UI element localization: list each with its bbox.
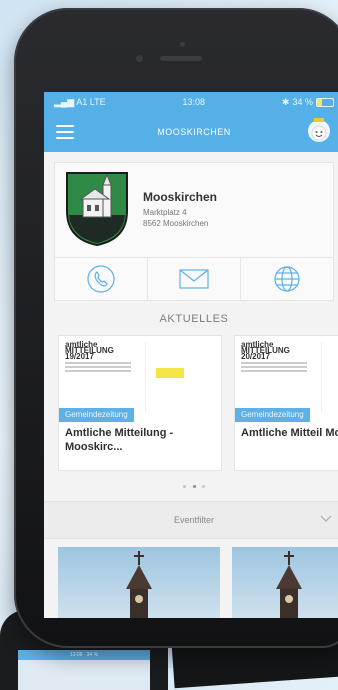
page-dot-active[interactable] bbox=[192, 485, 196, 488]
lion-mascot-icon[interactable] bbox=[306, 118, 332, 146]
church-tower-image bbox=[126, 551, 152, 618]
page-dot[interactable] bbox=[201, 485, 205, 488]
page-dot[interactable] bbox=[183, 485, 187, 488]
globe-icon bbox=[274, 266, 300, 292]
doc-preview: amtliche MITTEILUNG 20/2017 bbox=[241, 341, 307, 374]
front-camera bbox=[136, 55, 143, 62]
doc-page bbox=[145, 342, 216, 412]
church-tower-image bbox=[276, 551, 302, 618]
proximity-sensor bbox=[180, 42, 185, 47]
news-thumbnail: amtliche MITTEILUNG 19/2017 bbox=[59, 336, 221, 416]
news-card[interactable]: amtliche MITTEILUNG 20/2017 Gemeindezeit… bbox=[234, 335, 338, 471]
email-button[interactable] bbox=[147, 258, 240, 300]
events-carousel[interactable] bbox=[44, 539, 338, 618]
phone-frame: ▂▄▆ A1 LTE 13:08 ✱ 34 % MOOSKIRCHEN Moos… bbox=[14, 8, 338, 648]
news-carousel[interactable]: amtliche MITTEILUNG 19/2017 Gemeindezeit… bbox=[44, 335, 338, 471]
earpiece-speaker bbox=[160, 56, 202, 61]
event-card[interactable] bbox=[232, 547, 338, 618]
doc-preview: amtliche MITTEILUNG 19/2017 bbox=[65, 341, 131, 374]
municipality-name: Mooskirchen bbox=[143, 189, 218, 204]
chevron-down-icon[interactable] bbox=[320, 514, 332, 524]
municipality-card: Mooskirchen Marktplatz 4 8562 Mooskirche… bbox=[54, 162, 334, 301]
event-filter-label: Eventfilter bbox=[173, 515, 215, 525]
menu-icon[interactable] bbox=[56, 125, 74, 139]
bluetooth-icon: ✱ bbox=[281, 96, 290, 107]
status-bar: ▂▄▆ A1 LTE 13:08 ✱ 34 % bbox=[44, 92, 338, 112]
doc-highlight bbox=[156, 368, 184, 378]
clock: 13:08 bbox=[182, 97, 206, 107]
signal-icon: ▂▄▆ bbox=[54, 96, 75, 107]
news-card[interactable]: amtliche MITTEILUNG 19/2017 Gemeindezeit… bbox=[58, 335, 222, 471]
background-phone-screen: 13:08 34 % bbox=[18, 650, 150, 690]
app-header: MOOSKIRCHEN bbox=[44, 112, 338, 152]
municipality-info: Mooskirchen Marktplatz 4 8562 Mooskirche… bbox=[55, 163, 333, 257]
municipality-street: Marktplatz 4 bbox=[143, 207, 187, 217]
background-phone-battery: 34 % bbox=[86, 652, 99, 658]
category-tag: Gemeindezeitung bbox=[59, 408, 134, 422]
municipality-text: Mooskirchen Marktplatz 4 8562 Mooskirche… bbox=[143, 190, 217, 229]
phone-icon bbox=[87, 265, 115, 293]
header-title: MOOSKIRCHEN bbox=[157, 127, 231, 137]
call-button[interactable] bbox=[55, 258, 147, 300]
background-phone-time: 13:08 bbox=[69, 652, 83, 658]
battery-percent: 34 % bbox=[292, 97, 313, 107]
coat-of-arms-icon bbox=[66, 172, 128, 247]
mail-icon bbox=[179, 269, 209, 289]
website-button[interactable] bbox=[240, 258, 333, 300]
event-card[interactable] bbox=[58, 547, 220, 618]
app-screen: ▂▄▆ A1 LTE 13:08 ✱ 34 % MOOSKIRCHEN Moos… bbox=[44, 92, 338, 618]
contact-actions bbox=[55, 257, 333, 300]
municipality-city: 8562 Mooskirchen bbox=[143, 218, 209, 228]
carousel-pagination[interactable] bbox=[44, 475, 338, 493]
background-phone-status: 13:08 34 % bbox=[18, 650, 150, 660]
status-right: ✱ 34 % bbox=[282, 97, 334, 108]
news-section-title: AKTUELLES bbox=[159, 313, 229, 325]
category-tag: Gemeindezeitung bbox=[235, 408, 310, 422]
doc-page bbox=[321, 342, 338, 412]
carrier-label: ▂▄▆ A1 LTE bbox=[54, 96, 106, 107]
event-filter-bar[interactable]: Eventfilter bbox=[44, 501, 338, 539]
battery-icon bbox=[315, 97, 334, 107]
news-thumbnail: amtliche MITTEILUNG 20/2017 bbox=[235, 336, 338, 416]
